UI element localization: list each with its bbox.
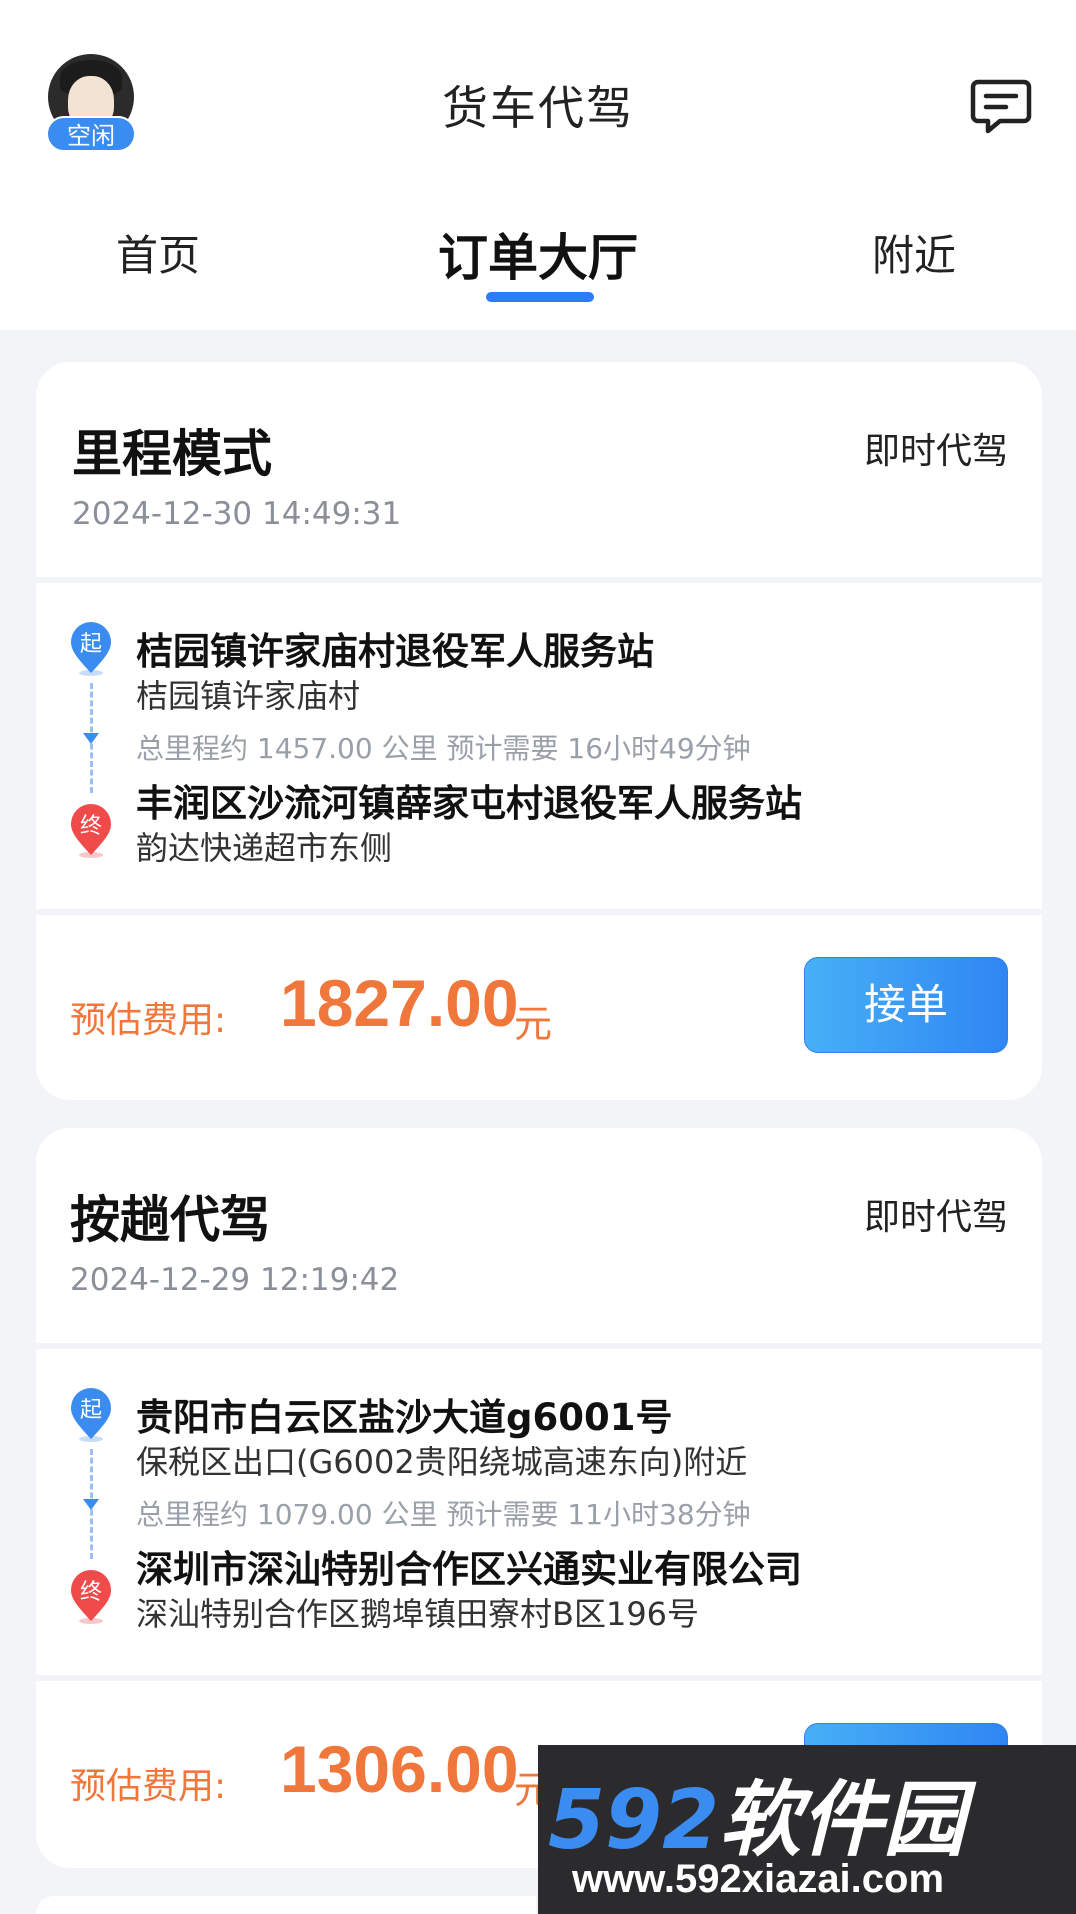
svg-text:终: 终 <box>80 1580 102 1605</box>
order-card-header: 按趟代驾 即时代驾 2024-12-29 12:19:42 <box>36 1128 1042 1343</box>
end-address-detail: 韵达快递超市东侧 <box>136 829 393 867</box>
order-card-header: 里程模式 即时代驾 2024-12-30 14:49:31 <box>36 362 1042 577</box>
tab-bar: 首页 订单大厅 附近 <box>0 222 1076 312</box>
price-row: 预估费用: 1827.00 元 接单 <box>36 915 1042 1105</box>
end-address-detail: 深汕特别合作区鹅埠镇田寮村B区196号 <box>136 1595 700 1633</box>
svg-text:起: 起 <box>80 1398 102 1423</box>
route-info: 总里程约 1079.00 公里 预计需要 11小时38分钟 <box>136 1498 751 1531</box>
order-time: 2024-12-30 14:49:31 <box>72 496 402 532</box>
price-value: 1306.00 <box>280 1732 519 1806</box>
price-unit: 元 <box>514 1002 553 1046</box>
tab-order-hall[interactable]: 订单大厅 <box>438 218 638 290</box>
tab-home[interactable]: 首页 <box>116 222 200 283</box>
start-address-name: 贵阳市白云区盐沙大道g6001号 <box>136 1396 673 1439</box>
watermark-logo: 592软件园 <box>548 1753 965 1872</box>
next-order-card-edge <box>36 1896 536 1914</box>
start-address-name: 桔园镇许家庙村退役军人服务站 <box>136 630 654 673</box>
end-address-name: 深圳市深汕特别合作区兴通实业有限公司 <box>136 1548 802 1591</box>
start-pin-icon: 起 <box>68 621 114 677</box>
order-card[interactable]: 里程模式 即时代驾 2024-12-30 14:49:31 起 终 桔园镇许家庙… <box>36 362 1042 1100</box>
start-address-detail: 保税区出口(G6002贵阳绕城高速东向)附近 <box>136 1443 748 1481</box>
watermark-url: www.592xiazai.com <box>572 1857 945 1901</box>
site-watermark: 592软件园 www.592xiazai.com <box>538 1745 1076 1914</box>
end-pin-icon: 终 <box>68 1569 114 1625</box>
route-section: 起 终 贵阳市白云区盐沙大道g6001号 保税区出口(G6002贵阳绕城高速东向… <box>36 1349 1042 1675</box>
watermark-name: 软件园 <box>719 1773 966 1868</box>
price-label: 预估费用: <box>70 1766 227 1807</box>
start-address-detail: 桔园镇许家庙村 <box>136 677 361 715</box>
top-bar: 空闲 货车代驾 首页 订单大厅 附近 <box>0 0 1076 330</box>
order-mode-title: 按趟代驾 <box>70 1191 270 1249</box>
tab-nearby[interactable]: 附近 <box>872 222 956 283</box>
order-mode-title: 里程模式 <box>72 425 272 483</box>
route-arrow-icon <box>83 1499 99 1510</box>
end-pin-icon: 终 <box>68 803 114 859</box>
start-pin-icon: 起 <box>68 1387 114 1443</box>
route-arrow-icon <box>83 733 99 744</box>
svg-text:起: 起 <box>80 632 102 657</box>
price-label: 预估费用: <box>70 1000 227 1041</box>
watermark-number: 592 <box>548 1773 720 1868</box>
route-info: 总里程约 1457.00 公里 预计需要 16小时49分钟 <box>136 732 751 765</box>
active-tab-indicator <box>486 292 594 302</box>
order-type-label: 即时代驾 <box>863 1197 1008 1238</box>
end-address-name: 丰润区沙流河镇薛家屯村退役军人服务站 <box>136 782 802 825</box>
price-value: 1827.00 <box>280 966 519 1040</box>
accept-order-button[interactable]: 接单 <box>804 957 1008 1053</box>
route-section: 起 终 桔园镇许家庙村退役军人服务站 桔园镇许家庙村 总里程约 1457.00 … <box>36 583 1042 909</box>
order-time: 2024-12-29 12:19:42 <box>70 1262 400 1298</box>
svg-text:终: 终 <box>80 814 102 839</box>
message-icon[interactable] <box>970 78 1032 134</box>
order-type-label: 即时代驾 <box>863 431 1008 472</box>
page-title: 货车代驾 <box>442 81 634 135</box>
